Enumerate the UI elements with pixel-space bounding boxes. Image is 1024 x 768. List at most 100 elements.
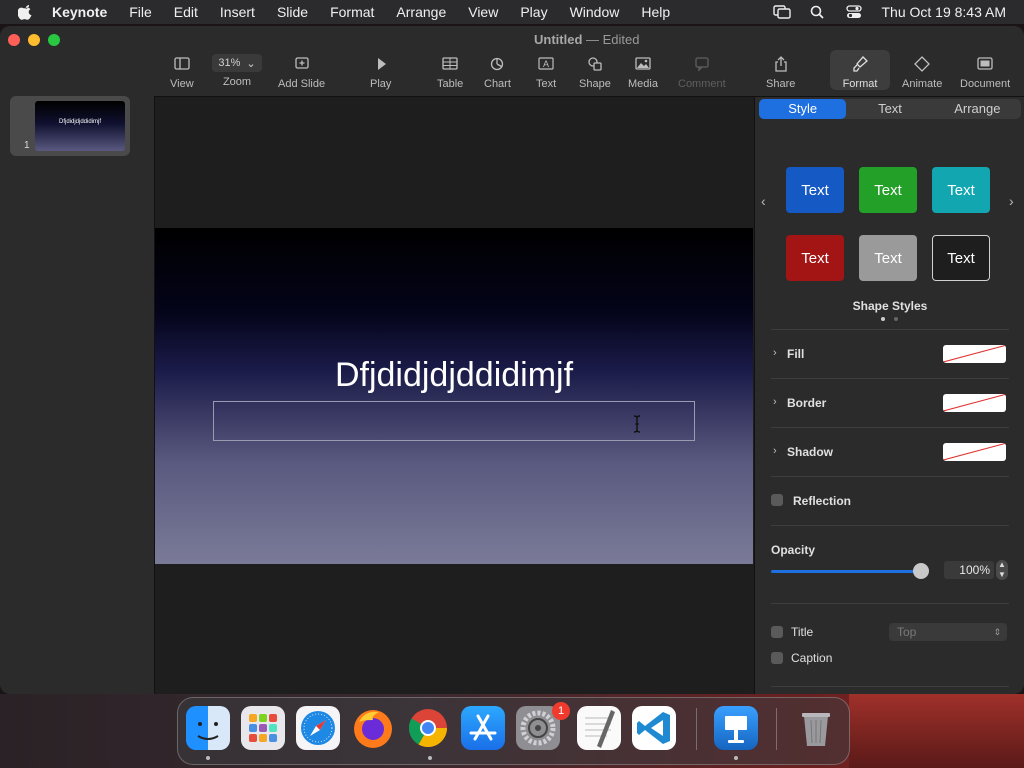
chrome-running-indicator	[428, 756, 432, 760]
menu-slide[interactable]: Slide	[277, 4, 308, 20]
tab-style[interactable]: Style	[759, 99, 847, 119]
shape-style-teal[interactable]: Text	[932, 167, 990, 213]
zoom-popup[interactable]: 31% ⌄	[212, 54, 262, 72]
format-button[interactable]: Format	[830, 50, 890, 90]
menu-insert[interactable]: Insert	[220, 4, 255, 20]
finder-running-indicator	[206, 756, 210, 760]
safari-icon[interactable]	[296, 706, 340, 750]
animate-button[interactable]: Animate	[902, 56, 942, 90]
menu-help[interactable]: Help	[641, 4, 670, 20]
text-button[interactable]: A Text	[536, 56, 556, 90]
opacity-value-field[interactable]: 100%	[944, 561, 994, 579]
dock-separator	[696, 708, 697, 750]
chevron-down-icon: ⌄	[246, 57, 256, 70]
vscode-icon[interactable]	[632, 706, 676, 750]
shape-style-gray[interactable]: Text	[859, 235, 917, 281]
shape-style-outline[interactable]: Text	[932, 235, 990, 281]
add-slide-button[interactable]: Add Slide	[278, 56, 325, 90]
finder-icon[interactable]	[186, 706, 230, 750]
shadow-swatch[interactable]	[943, 443, 1006, 461]
chrome-icon[interactable]	[406, 706, 450, 750]
menu-arrange[interactable]: Arrange	[396, 4, 446, 20]
document-name[interactable]: Untitled	[534, 32, 582, 47]
minimize-window-button[interactable]	[28, 34, 40, 46]
menu-play[interactable]: Play	[520, 4, 547, 20]
play-button[interactable]: Play	[370, 56, 391, 90]
shape-style-green[interactable]: Text	[859, 167, 917, 213]
share-icon	[775, 56, 787, 72]
page-dot[interactable]	[894, 317, 898, 321]
thumbnail-title: Dfjdidjdjddidimjf	[58, 119, 102, 125]
document-button[interactable]: Document	[960, 56, 1010, 90]
keynote-running-indicator	[734, 756, 738, 760]
caption-checkbox[interactable]	[771, 652, 783, 664]
tab-arrange[interactable]: Arrange	[934, 99, 1021, 119]
menu-file[interactable]: File	[129, 4, 152, 20]
fullscreen-window-button[interactable]	[48, 34, 60, 46]
opacity-slider-knob[interactable]	[913, 563, 929, 579]
textedit-icon[interactable]	[577, 706, 621, 750]
dock-separator	[776, 708, 777, 750]
opacity-stepper[interactable]: ▲ ▼	[996, 560, 1008, 580]
chevron-left-icon[interactable]: ‹	[761, 193, 766, 209]
slide-thumbnail-1[interactable]: Dfjdidjdjddidimjf 1	[10, 96, 130, 156]
trash-icon[interactable]	[794, 706, 838, 750]
menu-app-name[interactable]: Keynote	[52, 4, 107, 20]
reflection-checkbox[interactable]	[771, 494, 783, 506]
launchpad-icon[interactable]	[241, 706, 285, 750]
comment-icon	[695, 57, 709, 72]
zoom-control[interactable]: 31% ⌄ Zoom	[212, 54, 262, 88]
opacity-slider-track[interactable]	[771, 570, 921, 573]
share-label: Share	[766, 78, 796, 90]
control-center-icon[interactable]	[845, 5, 863, 19]
share-button[interactable]: Share	[766, 56, 795, 90]
firefox-icon[interactable]	[351, 706, 395, 750]
svg-text:A: A	[543, 59, 549, 69]
title-position-popup[interactable]: Top ⇕	[889, 623, 1007, 641]
border-label[interactable]: Border	[787, 396, 826, 410]
menu-window[interactable]: Window	[570, 4, 620, 20]
close-window-button[interactable]	[8, 34, 20, 46]
shadow-label[interactable]: Shadow	[787, 445, 833, 459]
title-checkbox[interactable]	[771, 626, 783, 638]
chart-button[interactable]: Chart	[484, 56, 511, 90]
spotlight-search-icon[interactable]	[809, 5, 827, 19]
fill-label[interactable]: Fill	[787, 347, 804, 361]
slide-title[interactable]: Dfjdidjdjddidimjf	[155, 356, 753, 395]
disclosure-arrow-icon[interactable]: ›	[773, 347, 777, 359]
view-button[interactable]: View	[170, 56, 194, 90]
media-label: Media	[628, 78, 658, 90]
slide[interactable]: Dfjdidjdjddidimjf	[155, 228, 753, 564]
apple-icon[interactable]	[18, 4, 34, 20]
shape-button[interactable]: Shape	[579, 56, 611, 90]
disclosure-arrow-icon[interactable]: ›	[773, 445, 777, 457]
divider	[771, 603, 1009, 604]
screen-mirroring-icon[interactable]	[773, 5, 792, 19]
opacity-label: Opacity	[771, 543, 816, 557]
menu-view[interactable]: View	[468, 4, 498, 20]
divider	[771, 378, 1009, 379]
add-slide-icon	[294, 57, 309, 69]
comment-button[interactable]: Comment	[678, 56, 726, 90]
slide-canvas[interactable]: Dfjdidjdjddidimjf	[155, 97, 753, 694]
menu-edit[interactable]: Edit	[174, 4, 198, 20]
disclosure-arrow-icon[interactable]: ›	[773, 396, 777, 408]
menu-format[interactable]: Format	[330, 4, 374, 20]
border-swatch[interactable]	[943, 394, 1006, 412]
document-icon	[977, 57, 993, 70]
subtitle-text-box[interactable]	[213, 401, 695, 441]
menu-clock[interactable]: Thu Oct 19 8:43 AM	[881, 4, 1006, 20]
reflection-label: Reflection	[793, 494, 852, 508]
chart-icon	[491, 57, 504, 71]
media-button[interactable]: Media	[628, 56, 658, 90]
keynote-icon[interactable]	[714, 706, 758, 750]
fill-swatch[interactable]	[943, 345, 1006, 363]
chevron-right-icon[interactable]: ›	[1009, 193, 1014, 209]
page-dot-active[interactable]	[881, 317, 885, 321]
table-label: Table	[437, 78, 464, 90]
shape-style-blue[interactable]: Text	[786, 167, 844, 213]
table-button[interactable]: Table	[437, 56, 463, 90]
tab-text[interactable]: Text	[846, 99, 933, 119]
app-store-icon[interactable]	[461, 706, 505, 750]
shape-style-red[interactable]: Text	[786, 235, 844, 281]
